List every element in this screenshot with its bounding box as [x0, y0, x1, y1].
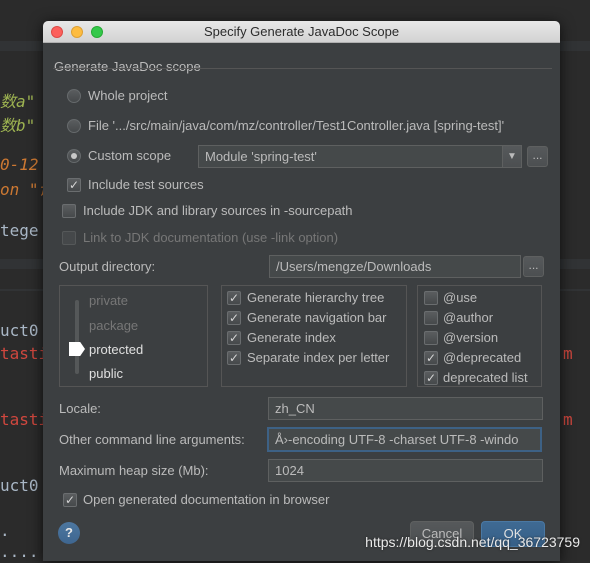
include-jdk-label[interactable]: Include JDK and library sources in -sour…	[83, 203, 353, 218]
custom-scope-select[interactable]: Module 'spring-test'	[198, 145, 503, 168]
deprecated-tag-checkbox[interactable]: ✓	[424, 351, 438, 365]
locale-label: Locale:	[59, 401, 101, 416]
generate-navbar-label[interactable]: Generate navigation bar	[247, 310, 386, 325]
visibility-slider-thumb[interactable]	[69, 342, 85, 356]
scope-browse-button[interactable]: ...	[527, 146, 548, 167]
chevron-down-icon[interactable]: ▼	[502, 145, 522, 168]
deprecated-list-checkbox[interactable]: ✓	[424, 371, 438, 385]
generate-index-checkbox[interactable]: ✓	[227, 331, 241, 345]
code-line: ....	[0, 542, 39, 561]
generate-navbar-checkbox[interactable]: ✓	[227, 311, 241, 325]
javadoc-dialog: Specify Generate JavaDoc Scope Generate …	[43, 21, 560, 561]
watermark-text: https://blog.csdn.net/qq_36723759	[365, 534, 580, 550]
open-browser-label[interactable]: Open generated documentation in browser	[83, 492, 329, 507]
max-heap-label: Maximum heap size (Mb):	[59, 463, 209, 478]
author-tag-checkbox[interactable]	[424, 311, 438, 325]
generate-hierarchy-checkbox[interactable]: ✓	[227, 291, 241, 305]
code-line: 0-12	[0, 155, 39, 174]
zoom-window-button[interactable]	[91, 26, 103, 38]
visibility-protected-label: protected	[89, 342, 144, 357]
use-tag-label[interactable]: @use	[443, 290, 477, 305]
separate-index-checkbox[interactable]: ✓	[227, 351, 241, 365]
version-tag-checkbox[interactable]	[424, 331, 438, 345]
code-line: m	[563, 410, 573, 429]
code-line: m	[563, 344, 573, 363]
code-line: tasti	[0, 344, 49, 363]
link-jdk-label[interactable]: Link to JDK documentation (use -link opt…	[83, 230, 338, 245]
code-line: uct0	[0, 476, 39, 495]
whole-project-label[interactable]: Whole project	[88, 88, 167, 103]
generate-hierarchy-label[interactable]: Generate hierarchy tree	[247, 290, 384, 305]
output-directory-browse-button[interactable]: ...	[523, 256, 544, 277]
separate-index-label[interactable]: Separate index per letter	[247, 350, 389, 365]
deprecated-list-label[interactable]: deprecated list	[443, 370, 528, 385]
visibility-public-label: public	[89, 366, 123, 381]
include-jdk-checkbox[interactable]	[62, 204, 76, 218]
file-scope-label[interactable]: File '.../src/main/java/com/mz/controlle…	[88, 118, 504, 133]
other-args-field[interactable]: Å›-encoding UTF-8 -charset UTF-8 -windo	[268, 428, 541, 451]
code-line: uct0	[0, 321, 39, 340]
dialog-titlebar: Specify Generate JavaDoc Scope	[43, 21, 560, 43]
visibility-panel: private package protected public	[59, 285, 208, 387]
locale-field[interactable]: zh_CN	[268, 397, 543, 420]
tag-options-panel: @use @author @version ✓ @deprecated ✓ de…	[417, 285, 542, 387]
code-line: tasti	[0, 410, 49, 429]
output-directory-label: Output directory:	[59, 259, 156, 274]
link-jdk-checkbox[interactable]	[62, 231, 76, 245]
dialog-title: Specify Generate JavaDoc Scope	[203, 24, 400, 39]
use-tag-checkbox[interactable]	[424, 291, 438, 305]
whole-project-radio[interactable]	[67, 89, 81, 103]
deprecated-tag-label[interactable]: @deprecated	[443, 350, 521, 365]
visibility-slider-track[interactable]	[75, 300, 79, 374]
generate-options-panel: ✓ Generate hierarchy tree ✓ Generate nav…	[221, 285, 407, 387]
file-scope-radio[interactable]	[67, 119, 81, 133]
code-line: 数b"	[0, 116, 36, 135]
include-test-sources-checkbox[interactable]: ✓	[67, 178, 81, 192]
visibility-private-label: private	[89, 293, 129, 308]
include-test-sources-label[interactable]: Include test sources	[88, 177, 204, 192]
open-browser-checkbox[interactable]: ✓	[63, 493, 77, 507]
close-window-button[interactable]	[51, 26, 63, 38]
custom-scope-radio[interactable]	[67, 149, 81, 163]
custom-scope-label[interactable]: Custom scope	[88, 148, 171, 163]
minimize-window-button[interactable]	[71, 26, 83, 38]
other-args-label: Other command line arguments:	[59, 432, 245, 447]
generate-index-label[interactable]: Generate index	[247, 330, 336, 345]
code-line: tege	[0, 221, 39, 240]
output-directory-field[interactable]: /Users/mengze/Downloads	[269, 255, 521, 278]
max-heap-field[interactable]: 1024	[268, 459, 543, 482]
version-tag-label[interactable]: @version	[443, 330, 498, 345]
author-tag-label[interactable]: @author	[443, 310, 493, 325]
visibility-package-label: package	[89, 318, 139, 333]
code-line: .	[0, 521, 10, 540]
help-icon[interactable]: ?	[58, 522, 80, 544]
code-line: 数a"	[0, 92, 36, 111]
